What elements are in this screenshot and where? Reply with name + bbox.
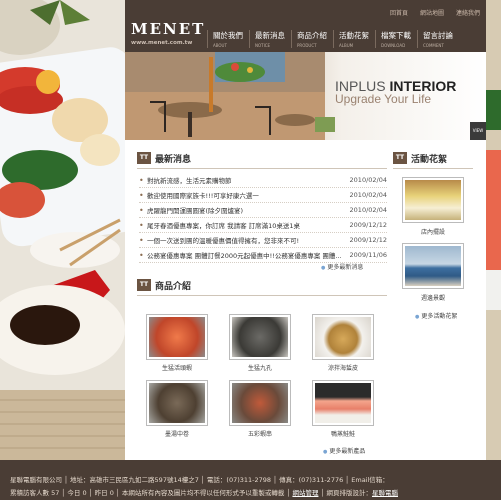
nav-product[interactable]: 商品介紹 PRODUCT	[291, 30, 333, 48]
album-card[interactable]: 店內擺設	[402, 177, 464, 236]
top-links: 回首頁 網站地圖 連絡我們	[390, 8, 480, 17]
news-item[interactable]: • 虎躍龍門開運團圓宴(除夕圍爐宴) 2010/02/04	[139, 203, 387, 218]
news-list: • 對抗新流感，生活元素購物節 2010/02/04 • 歡迎使用國際家族卡!!!可享…	[139, 173, 387, 263]
news-item[interactable]: • 尾牙春酒優惠專案，你訂席 我請客 訂席滿10桌送1桌 2009/12/12	[139, 218, 387, 233]
nav-comment[interactable]: 留言討論 COMMENT	[417, 30, 459, 48]
product-image[interactable]	[229, 314, 291, 360]
news-item[interactable]: • 對抗新流感，生活元素購物節 2010/02/04	[139, 173, 387, 188]
products-section-title: TT 商品介紹	[137, 277, 191, 293]
site-url: www.menet.com.tw	[131, 40, 193, 46]
company-info: 星聯電腦有限公司 │ 地址：高雄市三民區九如二路597號14樓之7 │ 電話：(…	[10, 476, 389, 484]
contact-link[interactable]: 連絡我們	[456, 8, 480, 17]
product-image[interactable]	[146, 314, 208, 360]
main-nav: 關於我們 ABOUT 最新消息 NOTICE 商品介紹 PRODUCT 活動花絮 ALB…	[207, 30, 459, 48]
designer-link[interactable]: 星聯電腦	[372, 489, 398, 497]
news-section-title: TT 最新消息	[137, 150, 191, 166]
admin-link[interactable]: 網站管理	[292, 489, 318, 497]
news-item[interactable]: • 歡迎使用國際家族卡!!!可享好康六選一 2010/02/04	[139, 188, 387, 203]
view-tag: VIEW	[470, 122, 486, 140]
divider	[137, 168, 387, 169]
album-image[interactable]	[402, 177, 464, 223]
hero-banner: INPLUS INTERIOR Upgrade Your Life VIEW	[125, 52, 486, 140]
divider	[137, 295, 387, 296]
site-footer: 星聯電腦有限公司 │ 地址：高雄市三民區九如二路597號14樓之7 │ 電話：(…	[0, 460, 501, 500]
album-image[interactable]	[402, 243, 464, 289]
more-news-link[interactable]: 更多最新消息	[321, 262, 363, 271]
nav-about[interactable]: 關於我們 ABOUT	[207, 30, 249, 48]
patio-photo	[125, 52, 335, 140]
nav-album[interactable]: 活動花絮 ALBUM	[333, 30, 375, 48]
album-section-title: TT 活動花絮	[393, 150, 447, 166]
product-card[interactable]: 五彩蝦串	[229, 380, 291, 438]
product-image[interactable]	[312, 314, 374, 360]
nav-notice[interactable]: 最新消息 NOTICE	[249, 30, 291, 48]
site-header: MENET www.menet.com.tw 回首頁 網站地圖 連絡我們 關於我…	[125, 0, 486, 52]
nav-download[interactable]: 檔案下載 DOWNLOAD	[375, 30, 417, 48]
news-item[interactable]: • 一個一次送到團的溫暖優惠價值得擁有，您非來不可! 2009/12/12	[139, 233, 387, 248]
main-content: TT 最新消息 • 對抗新流感，生活元素購物節 2010/02/04 • 歡迎使用國際…	[125, 140, 486, 460]
product-image[interactable]	[229, 380, 291, 426]
product-card[interactable]: 生猛活頭蝦	[146, 314, 208, 372]
more-album-link[interactable]: 更多活動花絮	[415, 311, 457, 320]
section-icon: TT	[137, 152, 151, 164]
section-icon: TT	[393, 152, 407, 164]
album-card[interactable]: 週邊景觀	[402, 243, 464, 302]
more-products-link[interactable]: 更多最新產品	[323, 446, 365, 455]
sitemap-link[interactable]: 網站地圖	[420, 8, 444, 17]
site-logo[interactable]: MENET	[131, 20, 205, 38]
right-background-photo	[486, 0, 501, 460]
product-card[interactable]: 鴨蒸鮭鮭	[312, 380, 374, 438]
visitor-info: 累積訪客人數 57 │ 今日 0 │ 昨日 0 │ 本網站所有內容及圖片均不得以…	[10, 489, 398, 497]
product-image[interactable]	[312, 380, 374, 426]
product-card[interactable]: 墨湯中卷	[146, 380, 208, 438]
home-link[interactable]: 回首頁	[390, 8, 408, 17]
hero-tagline: Upgrade Your Life	[335, 92, 432, 106]
product-image[interactable]	[146, 380, 208, 426]
product-card[interactable]: 涼拌海蜇皮	[312, 314, 374, 372]
product-card[interactable]: 生猛九孔	[229, 314, 291, 372]
news-item[interactable]: • 公務宴優惠專案 團體訂餐2000元起優惠中!!公務宴優惠專案 團體... 200…	[139, 248, 387, 263]
left-background-photo	[0, 0, 125, 460]
section-icon: TT	[137, 279, 151, 291]
divider	[393, 168, 473, 169]
